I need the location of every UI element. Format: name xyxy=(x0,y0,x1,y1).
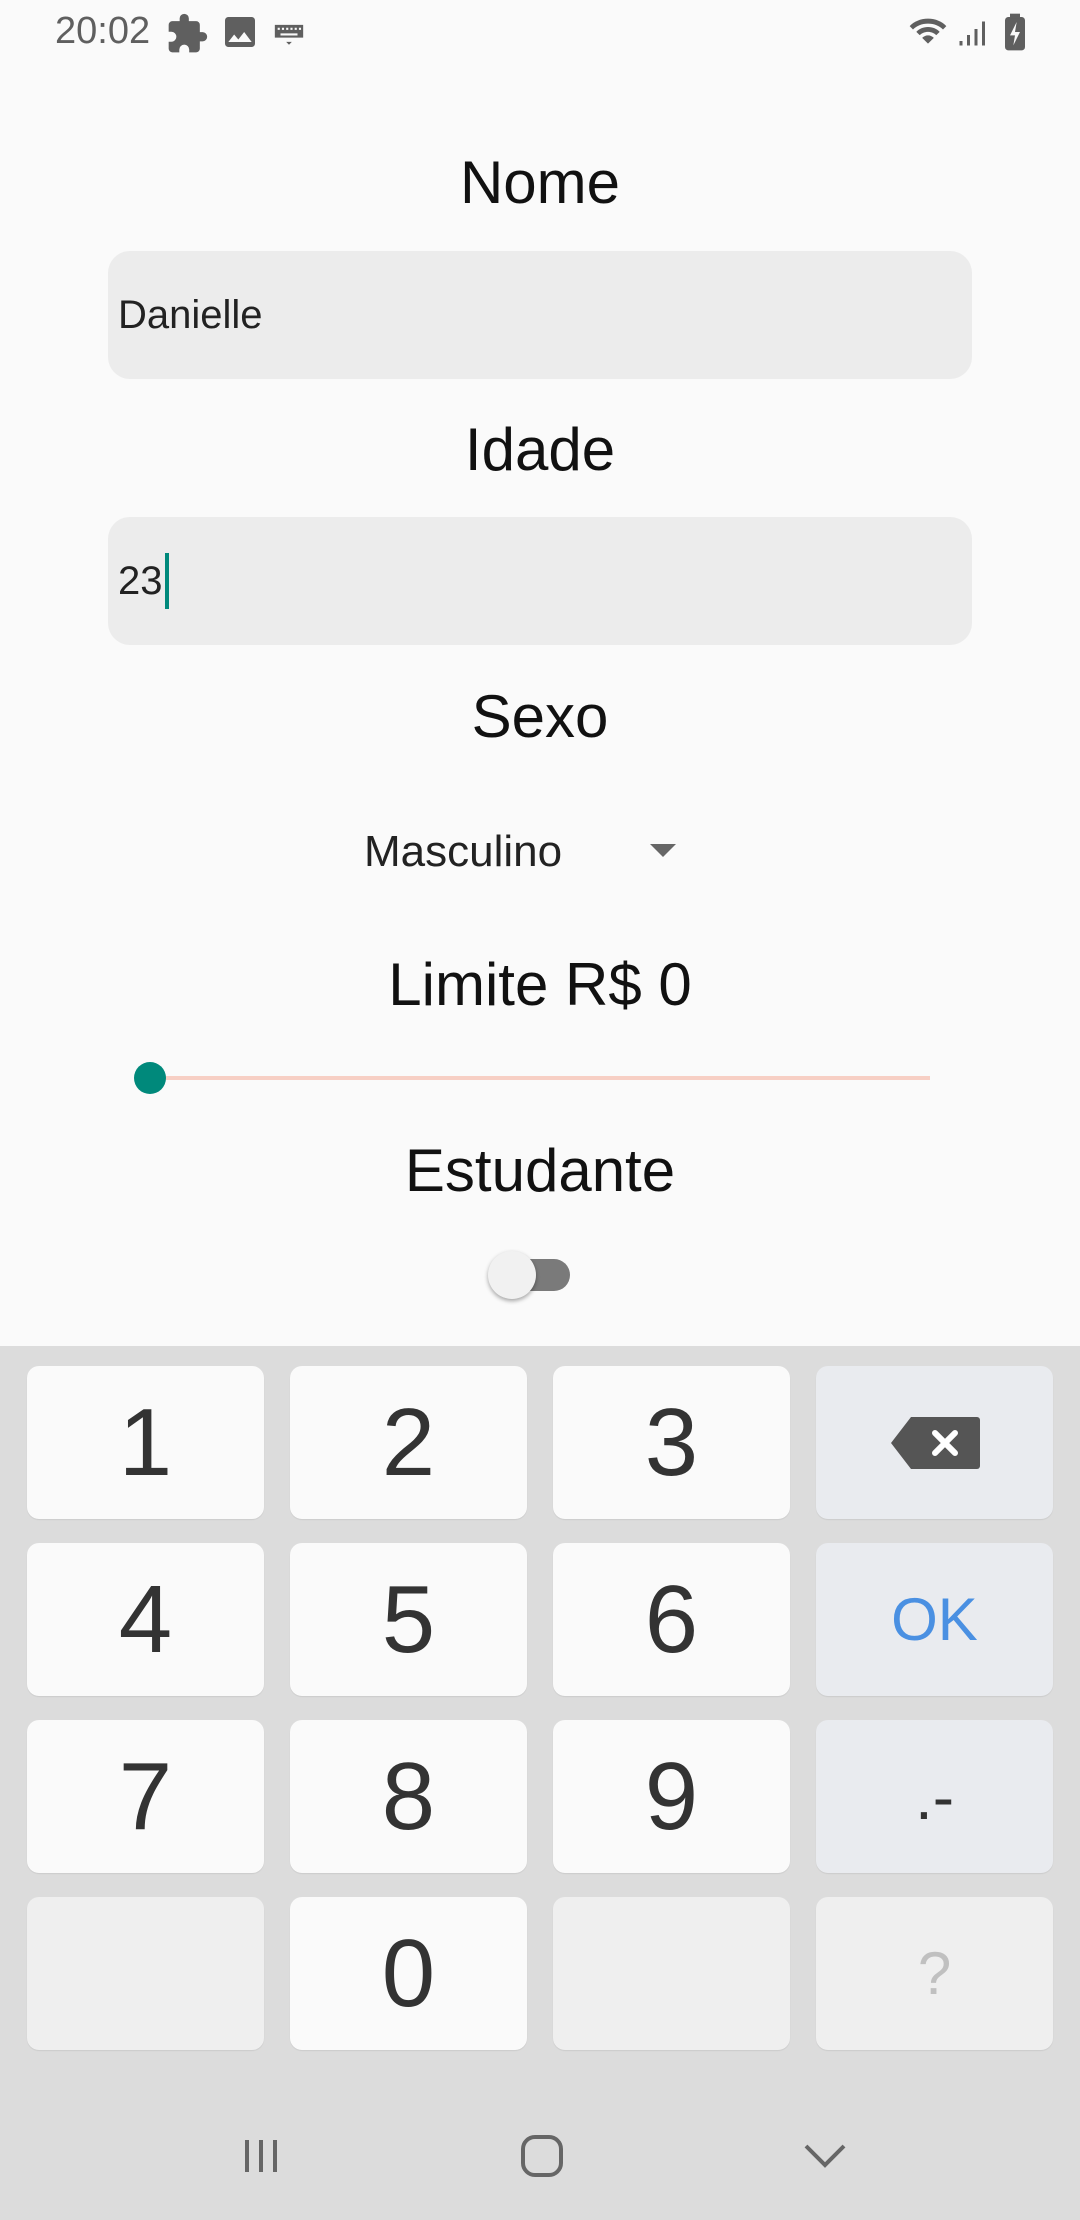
ok-key[interactable]: OK xyxy=(816,1543,1053,1696)
slider-track xyxy=(150,1076,930,1080)
puzzle-icon xyxy=(165,12,209,61)
dot-dash-key[interactable]: .- xyxy=(816,1720,1053,1873)
nome-value: Danielle xyxy=(118,292,263,337)
recents-icon xyxy=(245,2140,277,2172)
idade-value: 23 xyxy=(118,558,163,603)
sexo-selected-value: Masculino xyxy=(364,827,563,876)
dropdown-arrow-icon xyxy=(648,842,678,863)
signal-icon xyxy=(955,12,991,57)
key-0[interactable]: 0 xyxy=(290,1897,527,2050)
home-button[interactable] xyxy=(502,2126,582,2186)
backspace-key[interactable] xyxy=(816,1366,1053,1519)
key-7[interactable]: 7 xyxy=(27,1720,264,1873)
switch-thumb xyxy=(488,1251,536,1299)
status-bar: 20:02 xyxy=(0,0,1080,64)
key-1[interactable]: 1 xyxy=(27,1366,264,1519)
navigation-bar xyxy=(0,2096,1080,2220)
slider-thumb[interactable] xyxy=(134,1062,166,1094)
empty-key-left xyxy=(27,1897,264,2050)
limite-label: Limite R$ 0 xyxy=(388,951,692,1018)
key-2[interactable]: 2 xyxy=(290,1366,527,1519)
estudante-switch[interactable] xyxy=(488,1249,574,1301)
idade-input[interactable]: 23 xyxy=(108,517,972,645)
key-4[interactable]: 4 xyxy=(27,1543,264,1696)
keyboard-icon xyxy=(272,12,306,57)
idade-label: Idade xyxy=(464,416,616,483)
wifi-icon xyxy=(905,12,951,57)
key-5[interactable]: 5 xyxy=(290,1543,527,1696)
key-8[interactable]: 8 xyxy=(290,1720,527,1873)
key-3[interactable]: 3 xyxy=(553,1366,790,1519)
home-icon xyxy=(521,2135,563,2177)
estudante-label: Estudante xyxy=(404,1137,676,1204)
key-6[interactable]: 6 xyxy=(553,1543,790,1696)
status-time: 20:02 xyxy=(55,10,151,52)
empty-key-right xyxy=(553,1897,790,2050)
sexo-label: Sexo xyxy=(471,683,609,750)
limite-slider[interactable] xyxy=(134,1058,930,1098)
backspace-icon xyxy=(890,1416,980,1469)
nome-label: Nome xyxy=(459,149,621,216)
text-cursor xyxy=(164,553,169,609)
nome-input[interactable]: Danielle xyxy=(108,251,972,379)
image-icon xyxy=(220,12,260,57)
key-9[interactable]: 9 xyxy=(553,1720,790,1873)
screen: 20:02 Nome Danielle Idade 23 Sexo Mascul… xyxy=(0,0,1080,2220)
battery-charging-icon xyxy=(1002,12,1028,57)
recents-button[interactable] xyxy=(221,2126,301,2186)
chevron-down-icon xyxy=(804,2144,846,2168)
question-key[interactable]: ? xyxy=(816,1897,1053,2050)
back-button[interactable] xyxy=(785,2126,865,2186)
numeric-keyboard: 1 2 3 4 5 6 OK 7 8 9 .- 0 ? xyxy=(0,1346,1080,2220)
sexo-dropdown[interactable]: Masculino xyxy=(364,820,678,884)
